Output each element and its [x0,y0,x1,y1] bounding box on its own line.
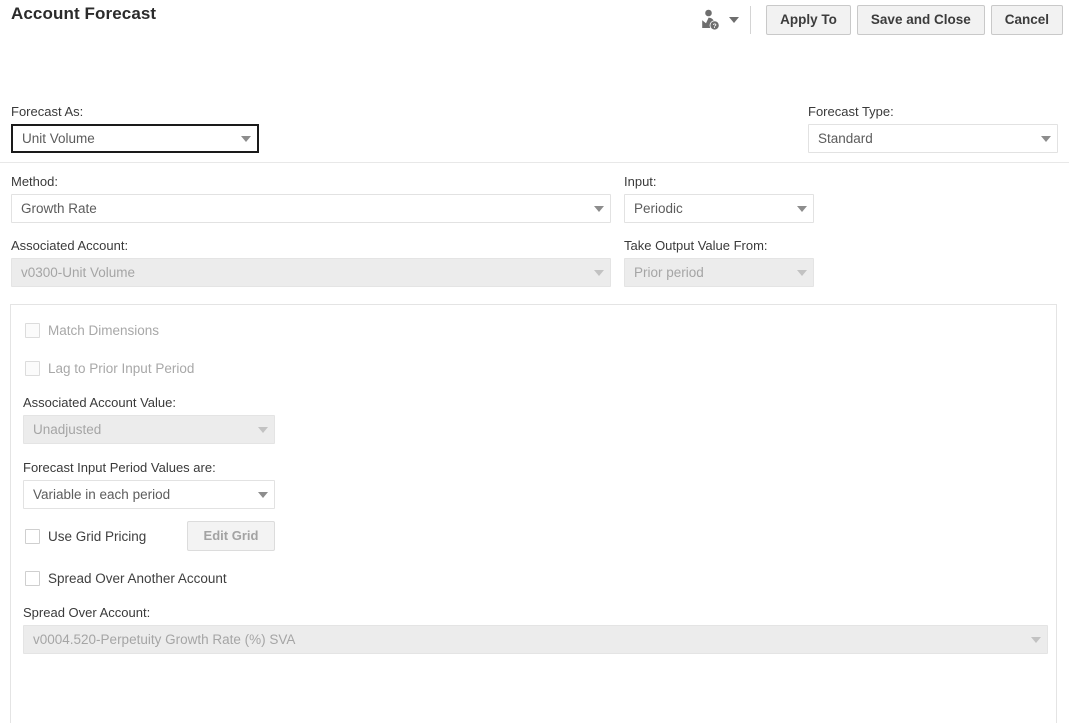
checkbox-row-use-grid-pricing: Use Grid Pricing [25,529,146,544]
field-forecast-input-period-values: Forecast Input Period Values are: Variab… [23,460,275,509]
input-label: Input: [624,174,657,189]
associated-account-value: v0300-Unit Volume [21,265,136,280]
checkbox-row-match-dimensions: Match Dimensions [25,323,159,338]
take-output-value-from-value: Prior period [634,265,704,280]
checkbox-row-spread-over-another-account: Spread Over Another Account [25,571,227,586]
use-grid-pricing-checkbox[interactable] [25,529,40,544]
chevron-down-icon [1035,136,1057,142]
forecast-input-period-values-label: Forecast Input Period Values are: [23,460,216,475]
field-input: Input: Periodic [624,174,814,223]
forecast-type-select[interactable]: Standard [808,124,1058,153]
user-question-icon[interactable]: ? [697,7,723,33]
match-dimensions-checkbox [25,323,40,338]
match-dimensions-label: Match Dimensions [48,323,160,338]
forecast-as-label: Forecast As: [11,104,84,119]
chevron-down-icon [235,136,257,142]
chevron-down-icon [588,270,610,276]
forecast-input-period-values-value: Variable in each period [33,487,171,502]
associated-account-value-value: Unadjusted [33,422,102,437]
form-separator-1 [0,162,1069,163]
associated-account-select: v0300-Unit Volume [11,258,611,287]
chevron-down-icon [588,206,610,212]
edit-grid-button: Edit Grid [187,521,275,551]
field-method: Method: Growth Rate [11,174,611,223]
spread-over-account-value: v0004.520-Perpetuity Growth Rate (%) SVA [33,632,296,647]
associated-account-value-select: Unadjusted [23,415,275,444]
chevron-down-icon [1025,637,1047,643]
associated-account-label: Associated Account: [11,238,129,253]
method-label: Method: [11,174,58,189]
method-value: Growth Rate [21,201,97,216]
chevron-down-icon [252,427,274,433]
use-grid-pricing-label: Use Grid Pricing [48,529,147,544]
field-forecast-as: Forecast As: Unit Volume [11,104,259,153]
chevron-down-icon[interactable] [726,12,742,28]
options-panel: Match Dimensions Lag to Prior Input Peri… [10,304,1057,723]
lag-to-prior-input-period-checkbox [25,361,40,376]
save-and-close-button[interactable]: Save and Close [856,5,985,35]
spread-over-account-label: Spread Over Account: [23,605,151,620]
take-output-value-from-label: Take Output Value From: [624,238,768,253]
field-associated-account: Associated Account: v0300-Unit Volume [11,238,611,287]
forecast-type-label: Forecast Type: [808,104,894,119]
field-spread-over-account: Spread Over Account: v0004.520-Perpetuit… [23,605,1048,654]
cancel-button[interactable]: Cancel [990,5,1063,35]
apply-to-button[interactable]: Apply To [766,5,851,35]
input-value: Periodic [634,201,683,216]
page-header: Account Forecast ? Apply To Save and Clo… [0,0,1069,42]
spread-over-another-account-checkbox[interactable] [25,571,40,586]
chevron-down-icon [791,206,813,212]
field-associated-account-value: Associated Account Value: Unadjusted [23,395,275,444]
svg-text:?: ? [713,23,717,30]
chevron-down-icon [252,492,274,498]
header-actions: ? Apply To Save and Close Cancel [697,4,1063,36]
associated-account-value-label: Associated Account Value: [23,395,176,410]
forecast-as-value: Unit Volume [22,131,95,146]
method-select[interactable]: Growth Rate [11,194,611,223]
spread-over-account-select: v0004.520-Perpetuity Growth Rate (%) SVA [23,625,1048,654]
field-take-output-value-from: Take Output Value From: Prior period [624,238,814,287]
input-select[interactable]: Periodic [624,194,814,223]
spread-over-another-account-label: Spread Over Another Account [48,571,227,586]
forecast-input-period-values-select[interactable]: Variable in each period [23,480,275,509]
field-forecast-type: Forecast Type: Standard [808,104,1058,153]
forecast-as-select[interactable]: Unit Volume [11,124,259,153]
lag-to-prior-input-period-label: Lag to Prior Input Period [48,361,195,376]
page-title: Account Forecast [11,4,157,23]
header-divider [750,6,752,34]
take-output-value-from-select: Prior period [624,258,814,287]
checkbox-row-lag-to-prior-input-period: Lag to Prior Input Period [25,361,194,376]
forecast-type-value: Standard [818,131,873,146]
chevron-down-icon [791,270,813,276]
